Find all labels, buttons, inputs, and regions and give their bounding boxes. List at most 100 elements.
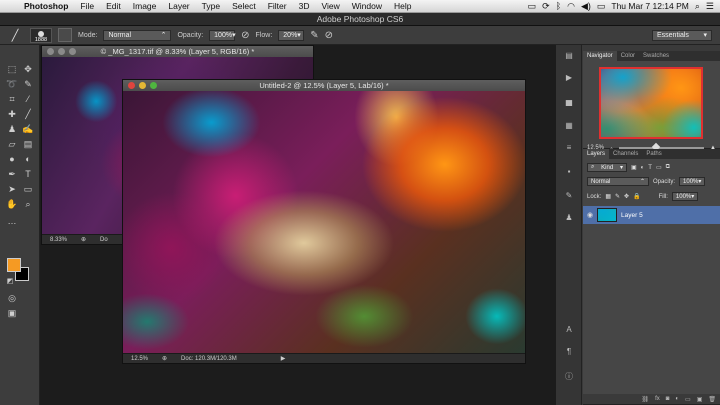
pen-tool-icon[interactable]: ✒ <box>6 168 18 180</box>
zoom-level[interactable]: 8.33% <box>50 237 67 243</box>
menu-window[interactable]: Window <box>346 1 388 11</box>
wifi-icon[interactable]: ◠ <box>567 1 575 12</box>
navigator-thumbnail[interactable] <box>599 67 703 139</box>
lock-position-icon[interactable]: ✥ <box>624 193 629 200</box>
hand-tool-icon[interactable]: ✋ <box>6 198 18 210</box>
menu-select[interactable]: Select <box>226 1 262 11</box>
menu-layer[interactable]: Layer <box>162 1 195 11</box>
clock[interactable]: Thu Mar 7 12:14 PM <box>611 1 688 11</box>
marquee-tool-icon[interactable]: ⬚ <box>6 63 18 75</box>
zoom-tool-icon[interactable]: ⌕ <box>22 198 34 210</box>
add-mask-icon[interactable]: ◙ <box>666 396 670 402</box>
zoom-window-button[interactable] <box>150 82 157 89</box>
actions-panel-icon[interactable]: ▶ <box>563 73 575 83</box>
document-window-active[interactable]: Untitled-2 @ 12.5% (Layer 5, Lab/16) * 1… <box>122 79 526 364</box>
document-title-bar[interactable]: © _MG_1317.tif @ 8.33% (Layer 5, RGB/16)… <box>42 46 313 57</box>
minimize-window-button[interactable] <box>58 48 65 55</box>
shape-filter-icon[interactable]: ▭ <box>656 164 662 171</box>
menu-3d[interactable]: 3D <box>293 1 316 11</box>
lasso-tool-icon[interactable]: ➰ <box>6 78 18 90</box>
eye-icon[interactable]: ◉ <box>583 211 597 219</box>
screen-mirror-icon[interactable]: ▭ <box>528 1 537 12</box>
lock-image-icon[interactable]: ✎ <box>615 193 620 200</box>
minimize-window-button[interactable] <box>139 82 146 89</box>
brush-size-picker[interactable]: 1888 <box>30 27 52 43</box>
default-colors-icon[interactable]: ◩ <box>4 276 16 288</box>
tab-color[interactable]: Color <box>617 51 639 61</box>
history-brush-tool-icon[interactable]: ✍ <box>22 123 34 135</box>
layer-style-icon[interactable]: fx <box>655 396 660 402</box>
volume-icon[interactable]: ◀) <box>581 1 591 12</box>
styles-panel-icon[interactable]: ▪ <box>563 167 575 177</box>
clone-source-panel-icon[interactable]: ♟ <box>563 213 575 223</box>
blend-mode-select[interactable]: Normal ⌃ <box>587 177 649 186</box>
mode-select[interactable]: Normal ⌃ <box>103 29 172 41</box>
tab-swatches[interactable]: Swatches <box>639 51 673 61</box>
adjustments-panel-icon[interactable]: ▦ <box>563 121 575 131</box>
lock-all-icon[interactable]: 🔒 <box>633 193 640 200</box>
crop-tool-icon[interactable]: ⌗ <box>6 93 18 105</box>
menu-type[interactable]: Type <box>196 1 226 11</box>
airbrush-icon[interactable]: ✎ <box>310 30 318 41</box>
pressure-size-icon[interactable]: ⊘ <box>325 30 333 41</box>
export-icon[interactable]: ⊕ <box>162 355 167 362</box>
tab-channels[interactable]: Channels <box>609 149 642 159</box>
menu-image[interactable]: Image <box>127 1 163 11</box>
gradient-tool-icon[interactable]: ▤ <box>22 138 34 150</box>
menu-view[interactable]: View <box>315 1 345 11</box>
battery-icon[interactable]: ▭ <box>597 1 606 12</box>
close-window-button[interactable] <box>47 48 54 55</box>
histogram-panel-icon[interactable]: ▅ <box>563 97 575 107</box>
smart-object-filter-icon[interactable]: ⧉ <box>666 164 670 171</box>
layer-opacity-field[interactable]: 100% ▾ <box>679 177 706 186</box>
menu-filter[interactable]: Filter <box>262 1 293 11</box>
eraser-tool-icon[interactable]: ▱ <box>6 138 18 150</box>
workspace-select[interactable]: Essentials ▾ <box>652 29 712 41</box>
link-layers-icon[interactable]: ⛓ <box>641 396 649 403</box>
info-panel-icon[interactable]: ⓘ <box>563 371 575 381</box>
notification-center-icon[interactable]: ☰ <box>706 1 714 12</box>
rectangle-tool-icon[interactable]: ▭ <box>22 183 34 195</box>
menu-app-name[interactable]: Photoshop <box>18 1 74 11</box>
eyedropper-tool-icon[interactable]: ⁄ <box>22 93 34 105</box>
healing-brush-tool-icon[interactable]: ✚ <box>6 108 18 120</box>
dodge-tool-icon[interactable]: ◐ <box>22 153 34 165</box>
layer-row[interactable]: ◉ Layer 5 <box>583 206 720 224</box>
foreground-color-swatch[interactable] <box>7 258 21 272</box>
brush-tool-preset-icon[interactable]: ╱ <box>6 28 24 42</box>
zoom-level[interactable]: 12.5% <box>131 356 148 362</box>
opacity-field[interactable]: 100% ▾ <box>209 29 236 41</box>
move-tool-icon[interactable]: ✥ <box>22 63 34 75</box>
quick-mask-icon[interactable]: ◎ <box>6 292 18 304</box>
new-group-icon[interactable]: ▭ <box>685 396 691 403</box>
spotlight-icon[interactable]: ⌕ <box>695 1 700 12</box>
tab-layers[interactable]: Layers <box>583 149 610 159</box>
sync-icon[interactable]: ⟳ <box>542 1 550 12</box>
status-menu-arrow-icon[interactable]: ▶ <box>281 355 286 362</box>
delete-layer-icon[interactable]: 🗑 <box>708 396 716 403</box>
layer-fill-field[interactable]: 100% ▾ <box>671 192 698 201</box>
flow-field[interactable]: 20% ▾ <box>278 29 305 41</box>
new-layer-icon[interactable]: ▣ <box>697 396 703 403</box>
menu-help[interactable]: Help <box>388 1 417 11</box>
screen-mode-icon[interactable]: ▣ <box>6 307 18 319</box>
adjustment-layer-icon[interactable]: ◐ <box>675 396 679 402</box>
path-selection-tool-icon[interactable]: ➤ <box>6 183 18 195</box>
brush-panel-icon[interactable]: ✎ <box>563 191 575 201</box>
export-icon[interactable]: ⊕ <box>81 236 86 243</box>
type-filter-icon[interactable]: T <box>648 165 652 171</box>
clone-stamp-tool-icon[interactable]: ♟ <box>6 123 18 135</box>
adjustment-filter-icon[interactable]: ◐ <box>641 165 645 171</box>
pressure-opacity-icon[interactable]: ⊘ <box>241 30 249 41</box>
zoom-window-button[interactable] <box>69 48 76 55</box>
menu-edit[interactable]: Edit <box>100 1 127 11</box>
properties-panel-icon[interactable]: ≡ <box>563 143 575 153</box>
blur-tool-icon[interactable]: ● <box>6 153 18 165</box>
document-canvas[interactable] <box>123 91 525 353</box>
menu-file[interactable]: File <box>74 1 100 11</box>
brush-panel-toggle[interactable] <box>58 28 72 42</box>
tab-paths[interactable]: Paths <box>642 149 665 159</box>
lock-transparent-icon[interactable]: ▦ <box>605 193 611 200</box>
history-panel-icon[interactable]: ▤ <box>563 51 575 61</box>
document-title-bar[interactable]: Untitled-2 @ 12.5% (Layer 5, Lab/16) * <box>123 80 525 91</box>
